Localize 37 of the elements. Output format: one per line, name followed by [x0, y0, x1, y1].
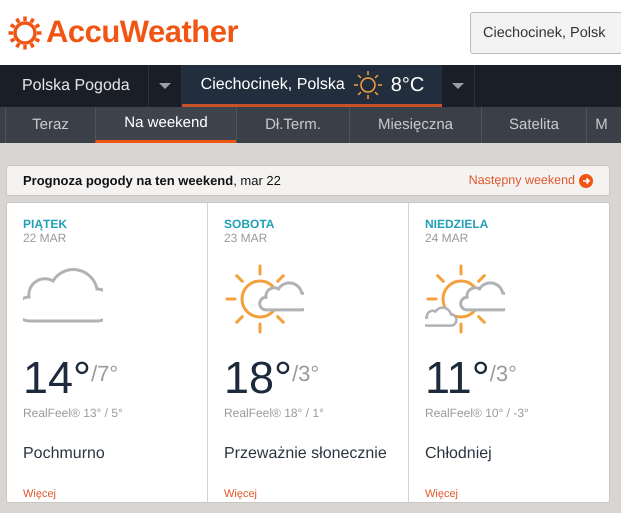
location-tab[interactable]: Ciechocinek, Polska 8°C — [182, 65, 442, 107]
high-temperature: 14° — [23, 354, 92, 400]
day-name: PIĄTEK — [23, 217, 68, 231]
temperature-text: 8°C — [390, 72, 424, 98]
tab[interactable]: Dł.Term. — [236, 107, 349, 143]
sun-logo-icon — [8, 16, 42, 50]
sun-icon — [352, 70, 383, 100]
tab[interactable]: M — [586, 107, 616, 143]
day-date: 24 MAR — [425, 231, 468, 245]
heading-text: Prognoza pogody na ten weekend, mar 22 — [23, 172, 281, 190]
condition-text: Przeważnie słonecznie — [224, 444, 387, 464]
condition-text: Chłodniej — [425, 444, 492, 464]
day-date: 22 MAR — [23, 231, 66, 245]
day-date: 23 MAR — [224, 231, 268, 245]
more-link[interactable]: Więcej — [23, 486, 56, 502]
condition-text: Pochmurno — [23, 444, 105, 464]
low-temperature: /3° — [490, 360, 517, 388]
realfeel-text: RealFeel® 13° / 5° — [23, 404, 123, 422]
caret-icon — [158, 83, 171, 89]
more-link[interactable]: Więcej — [224, 486, 258, 502]
logo-text: AccuWeather — [46, 13, 238, 52]
high-temperature: 11° — [425, 354, 490, 400]
high-temperature: 18° — [224, 354, 292, 400]
day-name: SOBOTA — [224, 217, 274, 231]
realfeel-text: RealFeel® 10° / -3° — [425, 404, 529, 422]
search-field[interactable]: Ciechocinek, Polsk — [470, 12, 621, 54]
tab[interactable]: Satelita — [481, 107, 586, 143]
tab[interactable]: Miesięczna — [349, 107, 481, 143]
next-weekend-link[interactable]: Następny weekend — [468, 171, 593, 190]
caret-icon — [452, 83, 464, 89]
more-link[interactable]: Więcej — [425, 486, 458, 502]
location-name: Ciechocinek, Polska — [200, 74, 345, 94]
low-temperature: /3° — [292, 360, 320, 388]
low-temperature: /7° — [91, 360, 118, 388]
day-name: NIEDZIELA — [425, 217, 488, 231]
realfeel-text: RealFeel® 18° / 1° — [224, 404, 324, 422]
tab[interactable]: Na weekend — [95, 107, 236, 143]
